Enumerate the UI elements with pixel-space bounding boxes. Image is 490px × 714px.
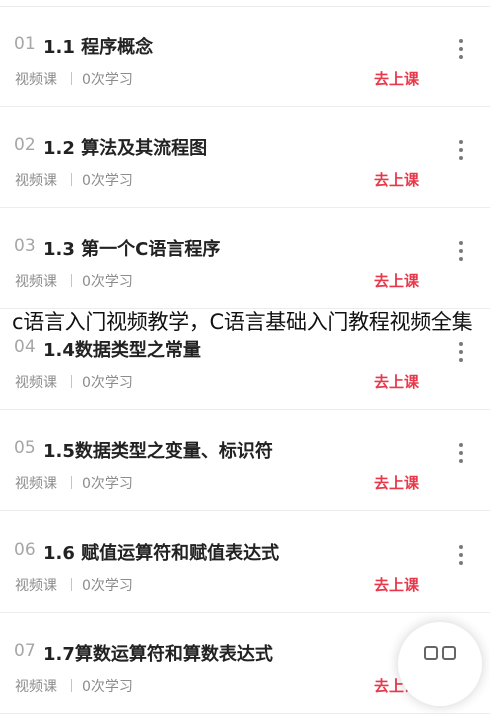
overlay-caption: c语言入门视频教学，C语言基础入门教程视频全集 [12,310,473,334]
lesson-progress: 0次学习 [82,173,133,189]
lesson-title[interactable]: 1.7算数运算符和算数表达式 [43,640,273,666]
lesson-meta: 视频课 0次学习 [15,372,133,392]
lesson-title[interactable]: 1.5数据类型之变量、标识符 [43,437,273,463]
lesson-title[interactable]: 1.3 第一个C语言程序 [43,235,220,261]
lesson-type: 视频课 [15,578,57,594]
meta-separator [71,173,72,186]
lesson-progress: 0次学习 [82,679,133,695]
more-vertical-icon[interactable] [453,545,469,569]
meta-separator [71,375,72,388]
more-vertical-icon[interactable] [453,342,469,366]
lesson-progress: 0次学习 [82,72,133,88]
lesson-title[interactable]: 1.2 算法及其流程图 [43,134,207,160]
lesson-item[interactable]: 06 1.6 赋值运算符和赋值表达式视频课 0次学习 去上课 [0,512,490,613]
lesson-type: 视频课 [15,679,57,695]
meta-separator [71,476,72,489]
lesson-progress: 0次学习 [82,375,133,391]
lesson-progress: 0次学习 [82,274,133,290]
lesson-number: 04 [14,337,36,357]
lesson-item[interactable]: 03 1.3 第一个C语言程序视频课 0次学习 去上课 [0,208,490,309]
floating-menu-icon [442,646,456,660]
lesson-type: 视频课 [15,476,57,492]
lesson-meta: 视频课 0次学习 [15,170,133,190]
lesson-title[interactable]: 1.6 赋值运算符和赋值表达式 [43,539,279,565]
lesson-meta: 视频课 0次学习 [15,271,133,291]
more-vertical-icon[interactable] [453,443,469,467]
lesson-number: 07 [14,641,36,661]
lesson-item[interactable]: 01 1.1 程序概念视频课 0次学习 去上课 [0,6,490,107]
more-vertical-icon[interactable] [453,39,469,63]
floating-menu-button[interactable] [398,622,482,706]
go-to-class-button[interactable]: 去上课 [374,169,419,190]
row-divider [0,510,490,511]
lesson-item[interactable]: 05 1.5数据类型之变量、标识符视频课 0次学习 去上课 [0,410,490,511]
go-to-class-button[interactable]: 去上课 [374,371,419,392]
meta-separator [71,578,72,591]
lesson-number: 06 [14,540,36,560]
meta-separator [71,679,72,692]
lesson-type: 视频课 [15,274,57,290]
lesson-number: 05 [14,438,36,458]
go-to-class-button[interactable]: 去上课 [374,574,419,595]
lesson-meta: 视频课 0次学习 [15,69,133,89]
lesson-meta: 视频课 0次学习 [15,575,133,595]
lesson-type: 视频课 [15,375,57,391]
lesson-meta: 视频课 0次学习 [15,473,133,493]
go-to-class-button[interactable]: 去上课 [374,270,419,291]
go-to-class-button[interactable]: 去上课 [374,472,419,493]
lesson-meta: 视频课 0次学习 [15,676,133,696]
lesson-number: 03 [14,236,36,256]
lesson-title[interactable]: 1.4数据类型之常量 [43,336,201,362]
lesson-type: 视频课 [15,173,57,189]
lesson-progress: 0次学习 [82,578,133,594]
lesson-type: 视频课 [15,72,57,88]
meta-separator [71,72,72,85]
lesson-title[interactable]: 1.1 程序概念 [43,33,153,59]
lesson-item[interactable]: 02 1.2 算法及其流程图视频课 0次学习 去上课 [0,107,490,208]
lesson-number: 01 [14,34,36,54]
floating-menu-icon [424,646,438,660]
lesson-number: 02 [14,135,36,155]
lesson-progress: 0次学习 [82,476,133,492]
go-to-class-button[interactable]: 去上课 [374,68,419,89]
more-vertical-icon[interactable] [453,241,469,265]
meta-separator [71,274,72,287]
more-vertical-icon[interactable] [453,140,469,164]
